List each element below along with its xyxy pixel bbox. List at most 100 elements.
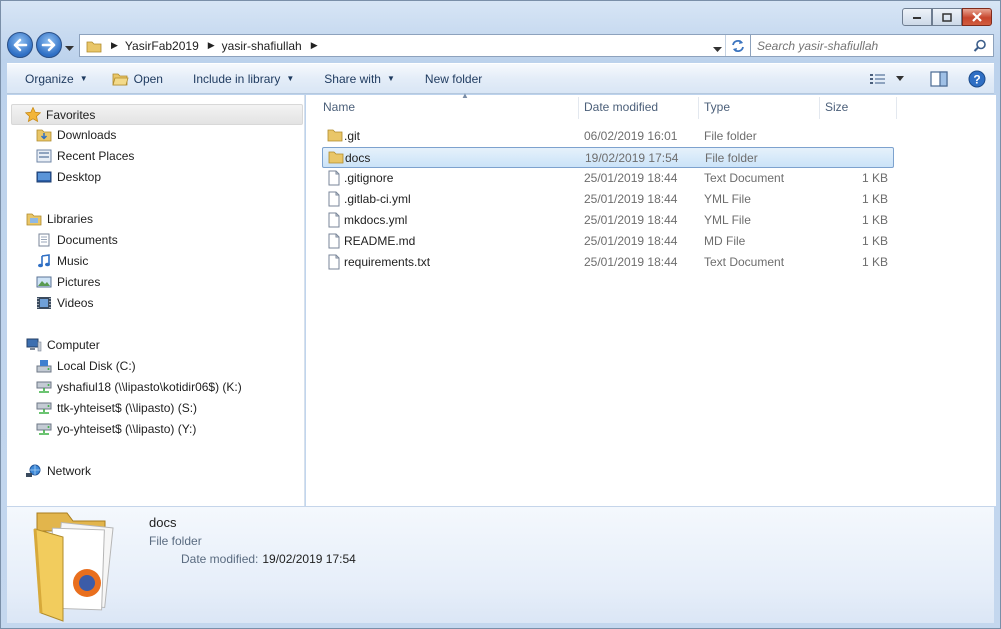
sort-ascending-icon: ▲ xyxy=(461,91,469,100)
column-divider[interactable] xyxy=(698,97,699,119)
column-header-label: Type xyxy=(704,100,731,114)
file-row[interactable]: requirements.txt 25/01/2019 18:44 Text Doc… xyxy=(322,252,894,273)
close-button[interactable] xyxy=(962,8,992,26)
nav-item-network-drive-k[interactable]: yshafiul18 (\\lipasto\kotidir06$) (K:) xyxy=(35,377,242,397)
nav-item-label: Downloads xyxy=(57,128,117,142)
change-view-button[interactable] xyxy=(870,73,904,85)
recent-pages-dropdown[interactable] xyxy=(65,41,74,55)
back-button[interactable] xyxy=(7,32,33,58)
minimize-button[interactable] xyxy=(902,8,932,26)
nav-item-label: Desktop xyxy=(57,170,102,184)
new-folder-button[interactable]: New folder xyxy=(405,64,492,93)
column-header-type[interactable]: Type xyxy=(704,95,820,119)
file-date: 25/01/2019 18:44 xyxy=(584,192,678,206)
address-bar[interactable]: ▶ YasirFab2019 ▶ yasir-shafiullah ▶ xyxy=(79,34,751,57)
address-row: ▶ YasirFab2019 ▶ yasir-shafiullah ▶ xyxy=(7,32,994,58)
nav-item-downloads[interactable]: Downloads xyxy=(35,125,116,145)
nav-item-label: yshafiul18 (\\lipasto\kotidir06$) (K:) xyxy=(57,380,242,394)
file-row[interactable]: .git 06/02/2019 16:01 File folder xyxy=(322,126,894,147)
file-row[interactable]: README.md 25/01/2019 18:44 MD File 1 KB xyxy=(322,231,894,252)
breadcrumb-item[interactable]: yasir-shafiullah xyxy=(222,39,302,53)
breadcrumb-separator[interactable]: ▶ xyxy=(208,40,215,51)
file-name: .gitignore xyxy=(344,171,394,185)
details-date-value: 19/02/2019 17:54 xyxy=(262,552,356,566)
nav-item-network-drive-s[interactable]: ttk-yhteiset$ (\\lipasto) (S:) xyxy=(35,398,197,418)
file-date: 25/01/2019 18:44 xyxy=(584,213,678,227)
open-button[interactable]: Open xyxy=(98,64,173,93)
share-with-button[interactable]: Share with ▼ xyxy=(304,64,405,93)
nav-item-desktop[interactable]: Desktop xyxy=(35,167,101,187)
column-header-size[interactable]: Size xyxy=(825,95,895,119)
search-box[interactable] xyxy=(750,34,994,57)
documents-icon xyxy=(35,232,53,248)
breadcrumb-item[interactable]: YasirFab2019 xyxy=(125,39,199,53)
refresh-icon xyxy=(732,39,744,52)
chevron-down-icon: ▼ xyxy=(79,74,88,83)
column-divider[interactable] xyxy=(819,97,820,119)
music-icon xyxy=(35,253,53,269)
column-divider[interactable] xyxy=(896,97,897,119)
column-header-name[interactable]: Name ▲ xyxy=(323,91,579,119)
nav-item-pictures[interactable]: Pictures xyxy=(35,272,100,292)
file-date: 06/02/2019 16:01 xyxy=(584,129,678,143)
help-icon[interactable]: ? xyxy=(968,70,986,88)
libraries-icon xyxy=(25,211,43,227)
nav-item-label: Documents xyxy=(57,233,118,247)
view-controls: ? xyxy=(870,64,986,93)
organize-button[interactable]: Organize ▼ xyxy=(7,64,98,93)
nav-libraries-label: Libraries xyxy=(47,212,94,226)
file-row[interactable]: docs 19/02/2019 17:54 File folder xyxy=(322,147,894,168)
include-in-library-button[interactable]: Include in library ▼ xyxy=(173,64,304,93)
file-date: 25/01/2019 18:44 xyxy=(584,255,678,269)
explorer-window: ▶ YasirFab2019 ▶ yasir-shafiullah ▶ Sear… xyxy=(0,0,1001,629)
chevron-down-icon: ▼ xyxy=(286,74,295,83)
nav-favorites[interactable]: Favorites xyxy=(11,104,303,125)
details-file-type: File folder xyxy=(149,534,202,548)
file-type: Text Document xyxy=(704,171,785,185)
window-controls xyxy=(902,8,992,26)
nav-item-videos[interactable]: Videos xyxy=(35,293,93,313)
nav-item-recent-places[interactable]: Recent Places xyxy=(35,146,134,166)
column-header-date[interactable]: Date modified xyxy=(584,95,699,119)
details-date-label: Date modified: xyxy=(181,552,259,566)
nav-item-documents[interactable]: Documents xyxy=(35,230,118,250)
document-icon xyxy=(328,254,340,270)
file-row[interactable]: .gitlab-ci.yml 25/01/2019 18:44 YML File 1 … xyxy=(322,189,894,210)
folder-thumbnail-icon xyxy=(33,512,114,622)
share-with-label: Share with xyxy=(324,71,381,86)
nav-item-label: Videos xyxy=(57,296,94,310)
nav-libraries[interactable]: Libraries xyxy=(25,209,93,229)
file-size: 1 KB xyxy=(861,234,888,248)
file-date: 19/02/2019 17:54 xyxy=(585,151,679,165)
file-type: Text Document xyxy=(704,255,785,269)
file-size: 1 KB xyxy=(861,213,888,227)
new-folder-label: New folder xyxy=(424,71,483,86)
nav-network[interactable]: Network xyxy=(25,461,91,481)
refresh-button[interactable] xyxy=(725,35,750,56)
preview-pane-icon[interactable] xyxy=(930,70,948,87)
file-row[interactable]: mkdocs.yml 25/01/2019 18:44 YML File 1 KB xyxy=(322,210,894,231)
breadcrumb-separator[interactable]: ▶ xyxy=(111,40,118,51)
column-divider[interactable] xyxy=(578,97,579,119)
search-icon[interactable] xyxy=(973,39,987,53)
chevron-down-icon xyxy=(896,76,904,81)
nav-item-music[interactable]: Music xyxy=(35,251,88,271)
network-icon xyxy=(25,463,43,479)
star-icon xyxy=(24,107,42,123)
breadcrumb-separator[interactable]: ▶ xyxy=(311,40,318,51)
nav-computer[interactable]: Computer xyxy=(25,335,100,355)
file-row[interactable]: .gitignore 25/01/2019 18:44 Text Document 1… xyxy=(322,168,894,189)
nav-item-label: yo-yhteiset$ (\\lipasto) (Y:) xyxy=(57,422,197,436)
file-name: requirements.txt xyxy=(344,255,431,269)
folder-icon xyxy=(86,41,102,52)
include-in-library-label: Include in library xyxy=(192,71,281,86)
chevron-down-icon xyxy=(65,46,74,51)
nav-item-network-drive-y[interactable]: yo-yhteiset$ (\\lipasto) (Y:) xyxy=(35,419,196,439)
forward-button[interactable] xyxy=(36,32,62,58)
address-history-dropdown[interactable] xyxy=(713,42,722,56)
search-input[interactable] xyxy=(751,38,961,53)
nav-item-local-disk[interactable]: Local Disk (C:) xyxy=(35,356,136,376)
nav-item-label: Music xyxy=(57,254,89,268)
maximize-button[interactable] xyxy=(932,8,962,26)
view-list-icon xyxy=(870,73,885,84)
